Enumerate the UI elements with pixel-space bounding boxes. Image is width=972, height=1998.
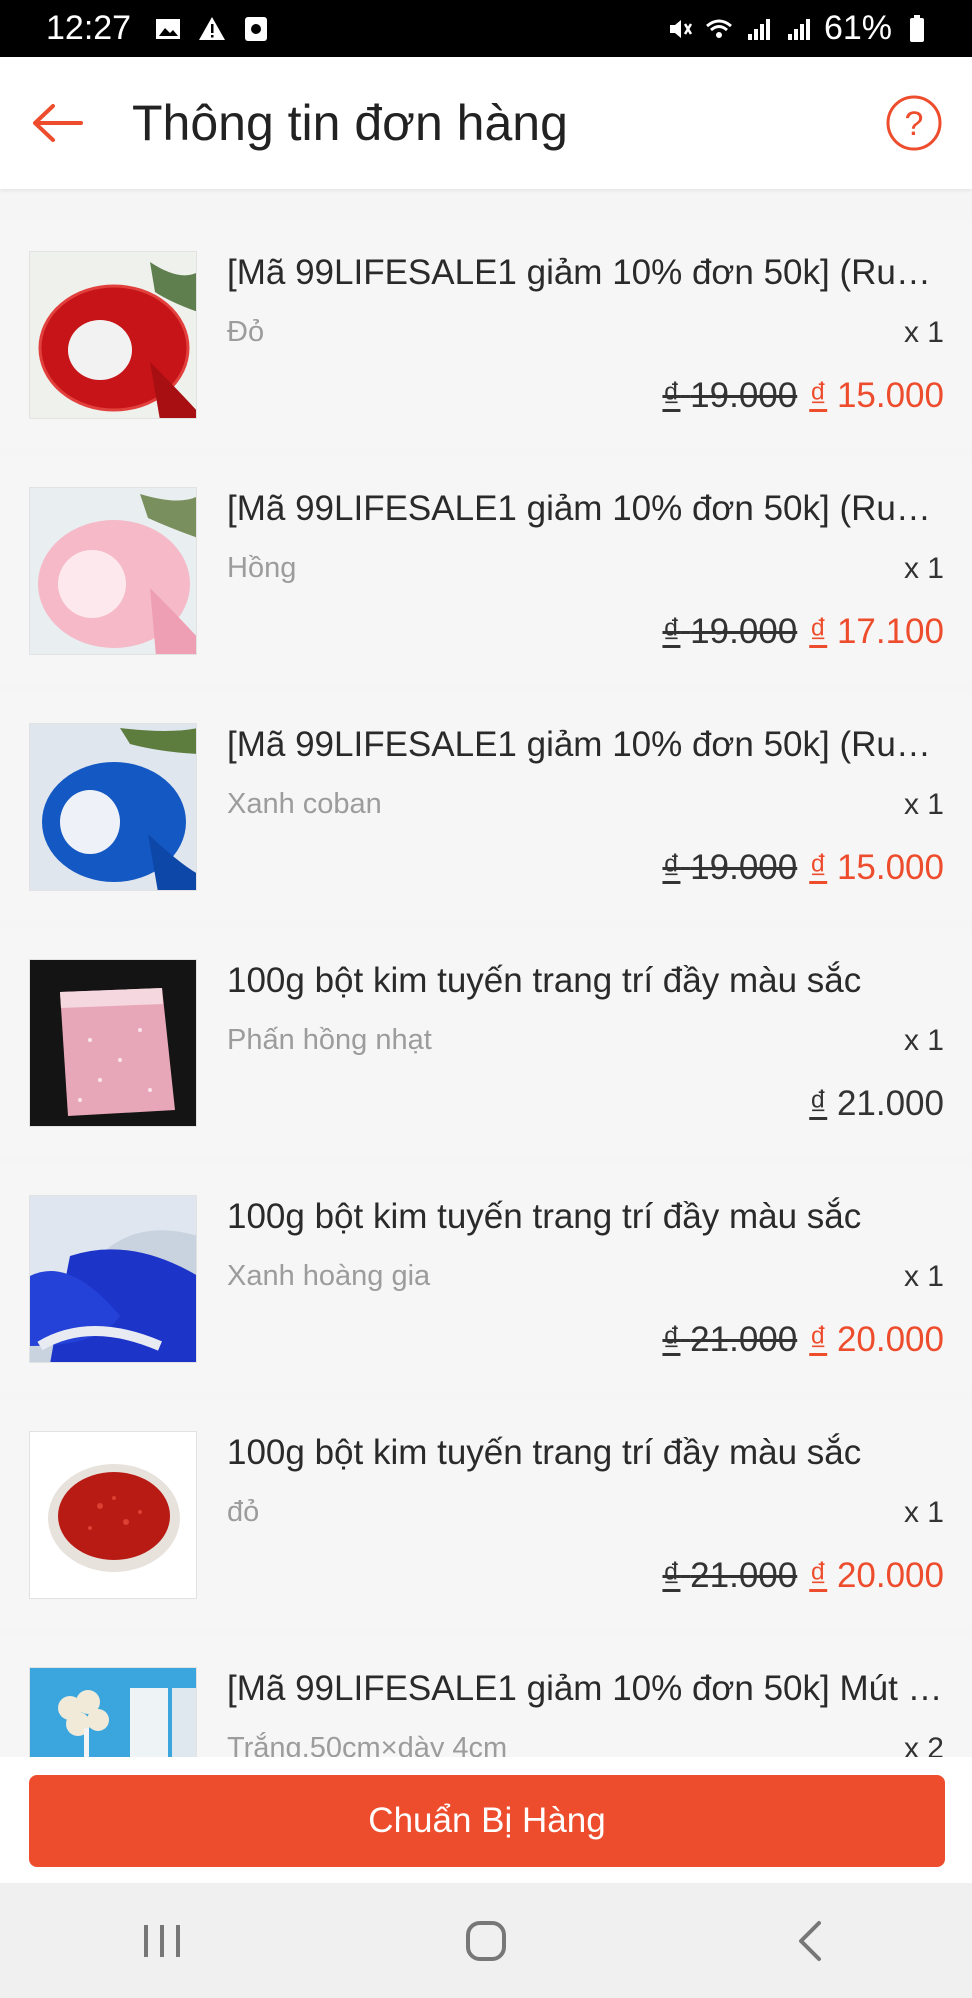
app-header: Thông tin đơn hàng ? — [0, 57, 972, 189]
system-back-button[interactable] — [770, 1901, 850, 1981]
order-item[interactable]: 100g bột kim tuyến trang trí đầy màu sắc… — [0, 1165, 972, 1391]
price-group: ₫ 19.000 ₫ 15.000 — [662, 376, 944, 416]
help-button[interactable]: ? — [884, 93, 944, 153]
product-name[interactable]: 100g bột kim tuyến trang trí đầy màu sắc — [227, 1197, 943, 1237]
help-icon: ? — [886, 95, 942, 151]
product-thumbnail — [29, 487, 197, 655]
price-group: ₫ 21.000 ₫ 20.000 — [662, 1320, 944, 1360]
order-item[interactable]: 100g bột kim tuyến trang trí đầy màu sắc… — [0, 1401, 972, 1627]
home-icon — [466, 1920, 506, 1961]
product-variant: đỏ — [227, 1496, 260, 1528]
product-quantity: x 1 — [903, 1260, 944, 1293]
record-notification-icon — [245, 16, 268, 41]
original-price: ₫ 19.000 — [662, 376, 798, 415]
price-group: ₫ 19.000 ₫ 15.000 — [662, 848, 944, 888]
status-bar: 12:27 61% — [0, 0, 972, 57]
currency-symbol: ₫ — [809, 1556, 828, 1595]
product-variant: Xanh hoàng gia — [227, 1260, 431, 1292]
signal-icon — [747, 18, 770, 40]
product-quantity: x 1 — [903, 316, 944, 349]
warning-icon — [199, 16, 226, 40]
product-quantity: x 1 — [903, 788, 944, 821]
product-name[interactable]: [Mã 99LIFESALE1 giảm 10% đơn 50k] (Ruy .… — [227, 489, 943, 529]
original-price: ₫ 19.000 — [662, 848, 798, 887]
currency-symbol: ₫ — [662, 1320, 681, 1359]
product-variant: Đỏ — [227, 316, 265, 348]
price: ₫ 21.000 — [809, 1084, 944, 1123]
price-group: ₫ 21.000 — [809, 1084, 944, 1124]
currency-symbol: ₫ — [809, 612, 828, 651]
product-variant: Phấn hồng nhạt — [227, 1024, 432, 1056]
currency-symbol: ₫ — [662, 612, 681, 651]
image-notification-icon — [156, 18, 181, 39]
original-price: ₫ 21.000 — [662, 1320, 798, 1359]
sale-price: ₫ 15.000 — [809, 848, 944, 887]
price-group: ₫ 19.000 ₫ 17.100 — [662, 612, 944, 652]
product-quantity: x 1 — [903, 1024, 944, 1057]
chevron-left-icon — [799, 1920, 821, 1961]
order-item[interactable]: [Mã 99LIFESALE1 giảm 10% đơn 50k] (Ruy .… — [0, 693, 972, 919]
order-item[interactable]: [Mã 99LIFESALE1 giảm 10% đơn 50k] Mút x.… — [0, 1637, 972, 1757]
product-thumbnail — [29, 1195, 197, 1363]
order-item[interactable]: [Mã 99LIFESALE1 giảm 10% đơn 50k] (Ruy .… — [0, 221, 972, 447]
product-variant: Hồng — [227, 552, 297, 584]
status-time: 12:27 — [46, 9, 132, 47]
currency-symbol: ₫ — [809, 1084, 828, 1123]
product-name[interactable]: [Mã 99LIFESALE1 giảm 10% đơn 50k] Mút x.… — [227, 1669, 943, 1709]
product-name[interactable]: 100g bột kim tuyến trang trí đầy màu sắc — [227, 961, 943, 1001]
sale-price: ₫ 20.000 — [809, 1320, 944, 1359]
recent-apps-icon — [144, 1924, 180, 1957]
product-name[interactable]: [Mã 99LIFESALE1 giảm 10% đơn 50k] (Ruy .… — [227, 725, 943, 765]
footer-bar: Chuẩn Bị Hàng — [0, 1757, 972, 1883]
sale-price: ₫ 17.100 — [809, 612, 944, 651]
product-name[interactable]: [Mã 99LIFESALE1 giảm 10% đơn 50k] (Ruy .… — [227, 253, 943, 293]
order-item[interactable]: [Mã 99LIFESALE1 giảm 10% đơn 50k] (Ruy .… — [0, 457, 972, 683]
battery-icon — [910, 14, 924, 42]
mute-icon — [669, 19, 693, 38]
product-thumbnail — [29, 1431, 197, 1599]
product-name[interactable]: 100g bột kim tuyến trang trí đầy màu sắc — [227, 1433, 943, 1473]
product-thumbnail — [29, 251, 197, 419]
currency-symbol: ₫ — [809, 848, 828, 887]
product-thumbnail — [29, 723, 197, 891]
home-button[interactable] — [446, 1901, 526, 1981]
product-thumbnail — [29, 1667, 197, 1757]
order-item-list[interactable]: [Mã 99LIFESALE1 giảm 10% đơn 50k] (Ruy .… — [0, 209, 972, 1757]
product-variant: Trắng,50cm×dày 4cm — [227, 1732, 508, 1757]
currency-symbol: ₫ — [662, 1556, 681, 1595]
product-thumbnail — [29, 959, 197, 1127]
product-quantity: x 1 — [903, 552, 944, 585]
order-item[interactable]: 100g bột kim tuyến trang trí đầy màu sắc… — [0, 929, 972, 1155]
sale-price: ₫ 20.000 — [809, 1556, 944, 1595]
back-arrow-icon — [33, 104, 83, 142]
product-variant: Xanh coban — [227, 788, 382, 820]
notification-icons — [153, 14, 271, 44]
signal-icon-2 — [787, 18, 810, 40]
svg-text:?: ? — [905, 105, 924, 143]
currency-symbol: ₫ — [809, 376, 828, 415]
page-title: Thông tin đơn hàng — [132, 95, 568, 151]
sale-price: ₫ 15.000 — [809, 376, 944, 415]
battery-percent: 61% — [823, 9, 892, 47]
recent-apps-button[interactable] — [122, 1901, 202, 1981]
system-nav-bar — [0, 1883, 972, 1998]
back-button[interactable] — [28, 93, 88, 153]
price-group: ₫ 21.000 ₫ 20.000 — [662, 1556, 944, 1596]
product-quantity: x 2 — [903, 1732, 944, 1757]
currency-symbol: ₫ — [809, 1320, 828, 1359]
currency-symbol: ₫ — [662, 376, 681, 415]
wifi-icon — [705, 19, 732, 38]
original-price: ₫ 19.000 — [662, 612, 798, 651]
original-price: ₫ 21.000 — [662, 1556, 798, 1595]
product-quantity: x 1 — [903, 1496, 944, 1529]
status-right: 61% — [664, 9, 932, 48]
prepare-goods-button[interactable]: Chuẩn Bị Hàng — [29, 1775, 945, 1867]
currency-symbol: ₫ — [662, 848, 681, 887]
